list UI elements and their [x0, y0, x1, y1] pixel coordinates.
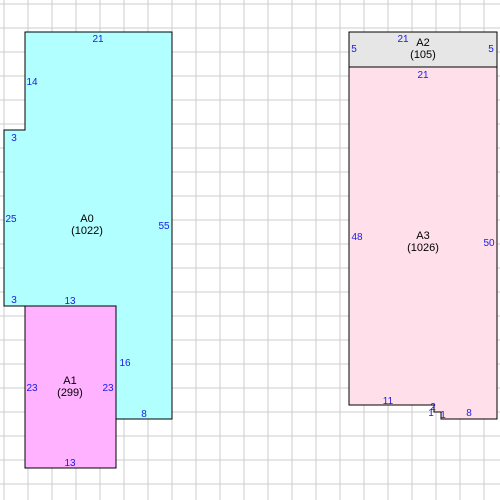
dim-a0-left-upper: 14	[26, 77, 38, 88]
dim-a3-step-c: 1	[440, 410, 446, 421]
dim-a3-step-b: 1	[428, 408, 434, 419]
area-a0-name: A0	[80, 213, 93, 225]
area-a2-size: (105)	[410, 49, 436, 61]
area-a0-size: (1022)	[71, 225, 103, 237]
dim-a1-left: 23	[26, 383, 38, 394]
dim-a2-left: 5	[351, 44, 357, 55]
dim-a0-notch-upper: 3	[11, 133, 17, 144]
area-a3-name: A3	[416, 230, 429, 242]
dim-a0-left-mid: 25	[5, 214, 17, 225]
dim-a0-bottom-mid: 13	[64, 296, 76, 307]
area-a2-name: A2	[416, 37, 429, 49]
area-a1-size: (299)	[57, 387, 83, 399]
dim-a1-bottom: 13	[64, 458, 76, 469]
dim-a2-right: 5	[488, 44, 494, 55]
dim-a0-bottom-right: 8	[141, 409, 147, 420]
area-a3-size: (1026)	[407, 242, 439, 254]
dim-a3-bottom-left: 11	[383, 396, 394, 407]
area-a1-name: A1	[63, 375, 76, 387]
dim-a0-right: 55	[158, 221, 170, 232]
floor-plan-canvas: A0 (1022) A1 (299) A2 (105) A3 (1026) 21…	[0, 0, 500, 500]
dim-a3-bottom-right: 8	[466, 408, 472, 419]
dim-a0-top: 21	[92, 34, 104, 45]
dim-a3-top: 21	[417, 70, 429, 81]
dim-a2-top: 21	[397, 34, 409, 45]
dim-a3-left: 48	[351, 232, 363, 243]
dim-a0-inner-right: 16	[119, 358, 131, 369]
dim-a0-notch-lower: 3	[11, 295, 17, 306]
dim-a1-right: 23	[102, 383, 114, 394]
dim-a3-right: 50	[483, 238, 495, 249]
